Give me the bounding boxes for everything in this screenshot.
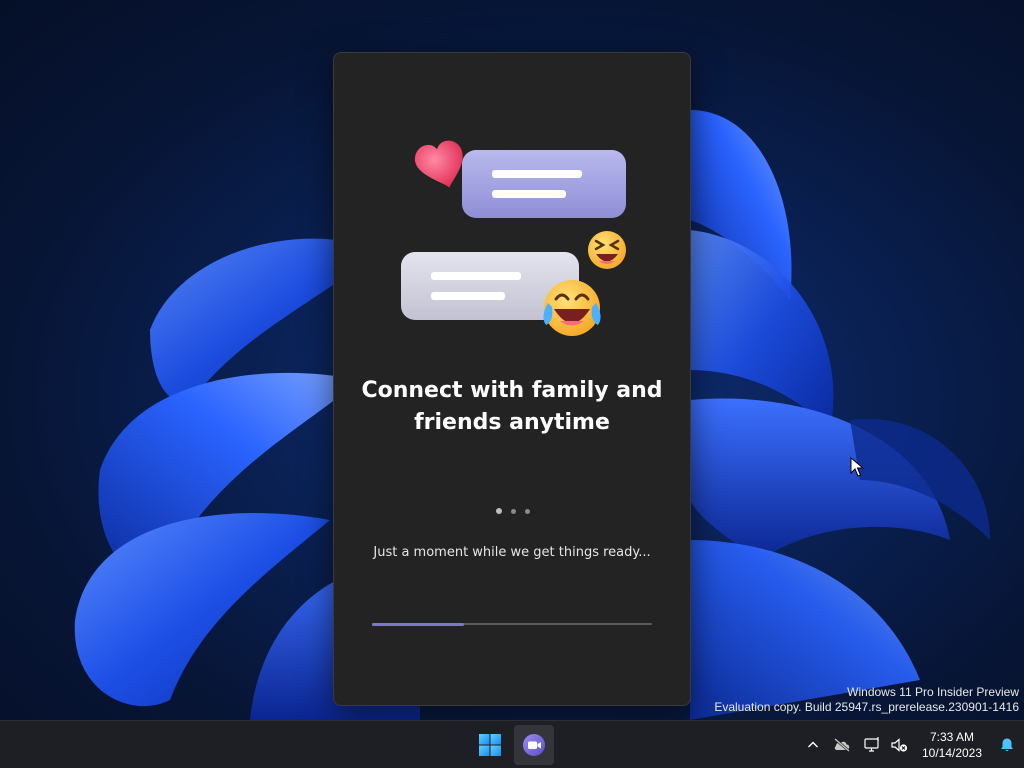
dialog-headline: Connect with family and friends anytime — [361, 378, 663, 435]
teams-chat-button[interactable] — [514, 725, 554, 765]
pager-dot — [525, 508, 530, 514]
loading-progress-bar — [372, 622, 652, 626]
windows-watermark: Windows 11 Pro Insider Preview Evaluatio… — [714, 685, 1019, 715]
watermark-edition: Windows 11 Pro Insider Preview — [847, 685, 1019, 699]
pager-dot-active — [496, 508, 502, 514]
network-button[interactable] — [858, 725, 888, 765]
teams-setup-dialog: Connect with family and friends anytime … — [333, 52, 691, 706]
show-hidden-icons-button[interactable] — [800, 725, 826, 765]
progress-fill — [372, 622, 465, 626]
volume-button[interactable] — [888, 725, 910, 765]
loading-status-text: Just a moment while we get things ready.… — [373, 545, 651, 560]
onedrive-offline-icon — [834, 738, 850, 752]
windows-start-icon — [479, 734, 501, 756]
network-disconnected-icon — [864, 737, 879, 752]
heart-icon — [415, 140, 463, 188]
chat-illustration — [401, 140, 626, 336]
taskbar-clock[interactable]: 7:33 AM 10/14/2023 — [916, 729, 988, 761]
taskbar-apps — [470, 725, 554, 765]
mouse-pointer-icon — [850, 457, 864, 477]
start-button[interactable] — [470, 725, 510, 765]
watermark-build: Evaluation copy. Build 25947.rs_prerelea… — [714, 700, 1019, 714]
teams-chat-icon — [523, 734, 545, 756]
volume-muted-icon — [891, 738, 908, 752]
system-tray: 7:33 AM 10/14/2023 — [800, 721, 1024, 768]
message-bubble-purple — [462, 150, 626, 218]
onedrive-button[interactable] — [826, 725, 858, 765]
pager-dot — [511, 508, 516, 514]
taskbar: 7:33 AM 10/14/2023 — [0, 720, 1024, 768]
clock-date: 10/14/2023 — [921, 746, 983, 760]
bell-icon — [1001, 738, 1013, 752]
chevron-up-icon — [808, 741, 818, 748]
clock-time: 7:33 AM — [929, 730, 975, 744]
notification-center-button[interactable] — [990, 725, 1024, 765]
laughing-emoji-small-icon — [588, 231, 626, 269]
pager-dots — [496, 508, 530, 514]
